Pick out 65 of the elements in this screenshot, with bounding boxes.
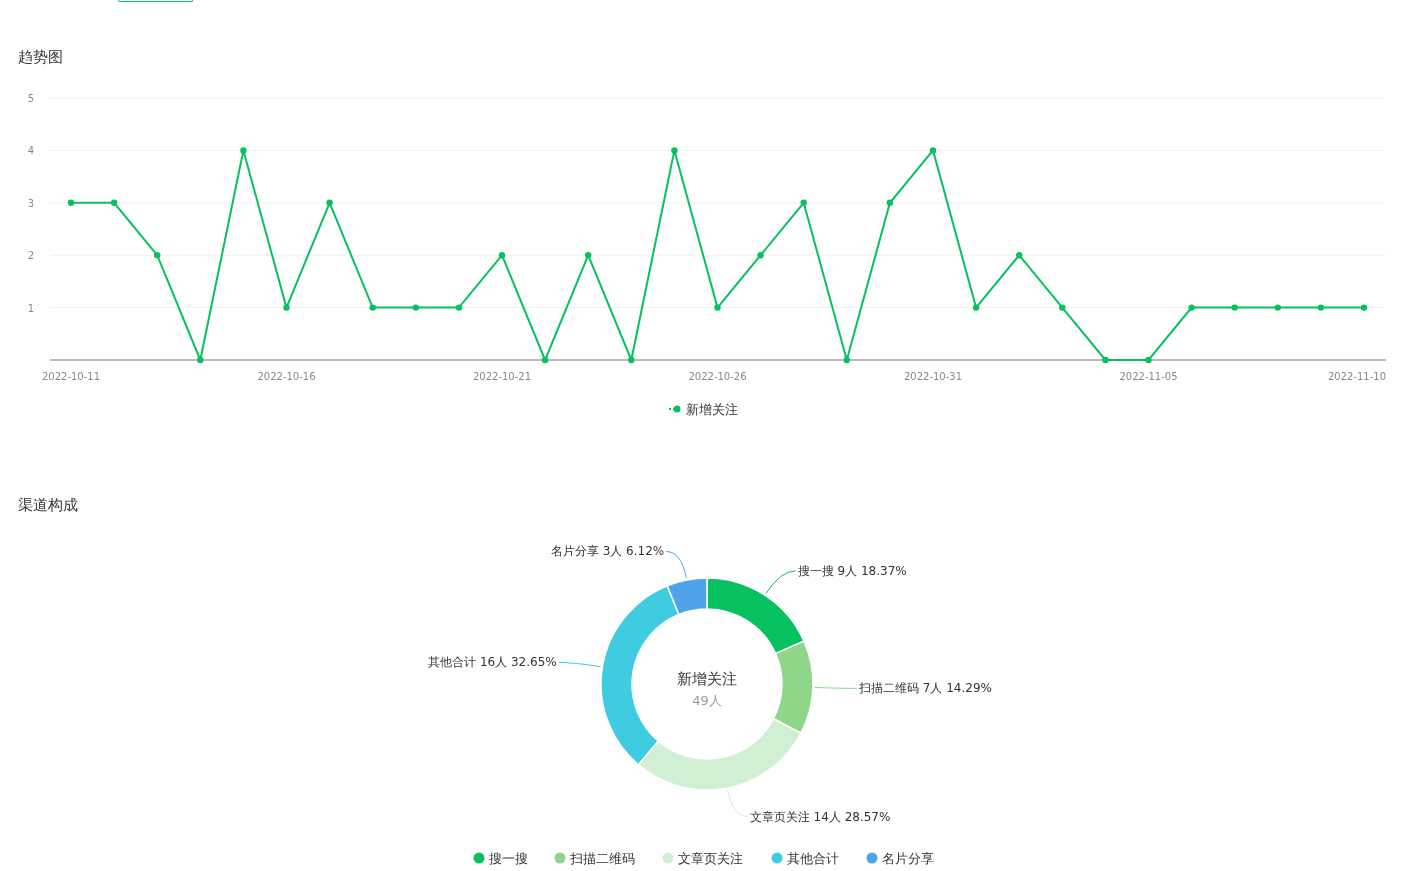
data-point <box>1188 304 1195 311</box>
data-point <box>240 147 247 154</box>
data-point <box>369 304 376 311</box>
donut-center-value: 49人 <box>692 693 722 708</box>
data-point <box>671 147 678 154</box>
data-point <box>67 199 75 206</box>
data-point <box>714 304 721 311</box>
data-point <box>154 252 161 259</box>
data-point <box>1360 304 1368 311</box>
slice-label: 其他合计 16人 32.65% <box>428 655 557 670</box>
data-point <box>1274 304 1281 311</box>
slice-label: 文章页关注 14人 28.57% <box>749 809 891 824</box>
tab-button-edge[interactable] <box>118 0 193 2</box>
leader-line <box>727 789 749 817</box>
data-point <box>283 304 290 311</box>
data-point <box>757 252 764 259</box>
data-point <box>929 147 937 154</box>
legend-label[interactable]: 其他合计 <box>787 851 839 866</box>
x-axis-label: 2022-10-26 <box>688 371 747 382</box>
x-axis-label: 2022-10-11 <box>41 371 101 382</box>
data-point <box>972 304 980 311</box>
slice-label: 搜一搜 9人 18.37% <box>797 563 907 578</box>
data-point <box>843 356 850 364</box>
data-point <box>455 304 463 311</box>
legend-label[interactable]: 名片分享 <box>882 851 934 866</box>
leader-line <box>814 687 858 689</box>
data-point <box>886 199 894 206</box>
data-point <box>800 199 807 206</box>
y-axis-label: 3 <box>27 197 34 209</box>
y-axis-label: 4 <box>27 145 34 157</box>
data-point <box>541 356 549 364</box>
leader-line <box>765 570 797 594</box>
legend-label[interactable]: 搜一搜 <box>489 851 528 866</box>
legend-line-icon <box>668 405 682 413</box>
x-axis-label: 2022-10-21 <box>472 371 532 382</box>
x-axis-label: 2022-11-10 <box>1327 371 1386 382</box>
data-point <box>585 252 592 259</box>
x-axis-label: 2022-10-16 <box>257 371 316 382</box>
data-point <box>1102 356 1109 364</box>
data-point <box>197 356 204 364</box>
data-point <box>498 252 506 259</box>
data-point <box>1016 252 1023 259</box>
y-axis-label: 1 <box>27 302 34 314</box>
data-point <box>628 356 635 364</box>
donut-center-title: 新增关注 <box>677 670 737 688</box>
slice-label: 扫描二维码 7人 14.29% <box>858 681 992 696</box>
data-point <box>1231 304 1238 311</box>
section-title: 趋势图 <box>18 47 63 67</box>
x-axis-label: 2022-11-05 <box>1119 371 1178 382</box>
leader-line <box>665 551 687 579</box>
slice-label: 名片分享 3人 6.12% <box>550 544 665 559</box>
data-point <box>110 199 118 206</box>
data-point <box>1059 304 1066 311</box>
data-point <box>1145 356 1152 364</box>
legend-label[interactable]: 文章页关注 <box>678 851 743 866</box>
data-point <box>1317 304 1325 311</box>
legend-label[interactable]: 扫描二维码 <box>570 851 635 866</box>
y-axis-label: 2 <box>27 250 34 262</box>
section-title: 渠道构成 <box>18 495 78 515</box>
leader-line <box>558 661 601 668</box>
y-axis-label: 5 <box>27 93 34 104</box>
data-point <box>326 199 333 206</box>
data-point <box>412 304 419 311</box>
x-axis-label: 2022-10-31 <box>903 371 963 382</box>
legend-label[interactable]: 新增关注 <box>686 402 738 417</box>
